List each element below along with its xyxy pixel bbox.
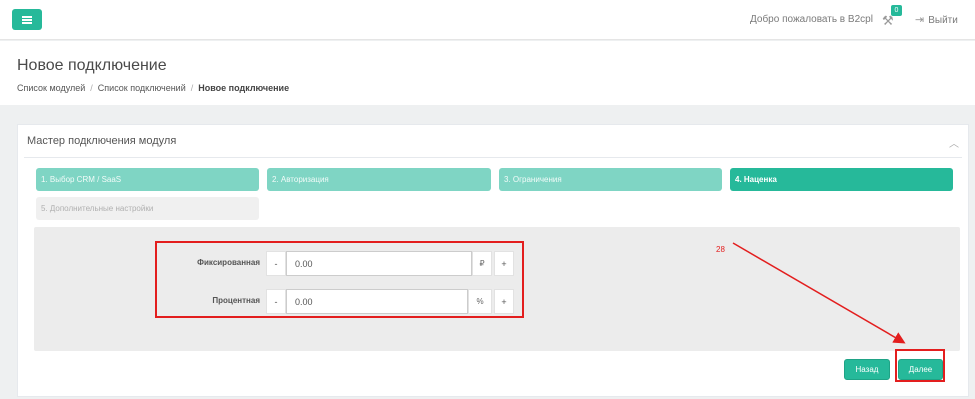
panel-title: Мастер подключения модуля — [27, 135, 177, 147]
breadcrumb-separator: / — [90, 83, 93, 93]
wizard-step-2[interactable]: 2. Авторизация — [267, 168, 491, 191]
fixed-markup-input[interactable] — [286, 251, 472, 276]
percent-decrement-button[interactable]: - — [266, 289, 286, 314]
divider — [24, 157, 962, 158]
hamburger-icon — [22, 15, 32, 24]
wizard-panel: Мастер подключения модуля ︿ 1. Выбор CRM… — [17, 124, 969, 397]
wizard-step-4[interactable]: 4. Наценка — [730, 168, 953, 191]
markup-form: Фиксированная - ₽ + Процентная - % + — [34, 227, 960, 351]
logout-label: Выйти — [928, 15, 958, 26]
fixed-markup-label: Фиксированная — [197, 258, 260, 267]
fixed-markup-row: Фиксированная - ₽ + — [154, 251, 524, 276]
wizard-step-1[interactable]: 1. Выбор CRM / SaaS — [36, 168, 259, 191]
percent-markup-label: Процентная — [212, 296, 260, 305]
percent-markup-input[interactable] — [286, 289, 468, 314]
notification-badge: 0 — [891, 5, 902, 16]
breadcrumb-modules-link[interactable]: Список модулей — [17, 83, 85, 93]
ruble-unit: ₽ — [472, 251, 492, 276]
sign-out-icon: ⇥ — [915, 14, 925, 26]
breadcrumb-separator: / — [190, 83, 194, 93]
logout-link[interactable]: ⇥ Выйти — [915, 13, 958, 26]
percent-increment-button[interactable]: + — [494, 289, 514, 314]
fixed-decrement-button[interactable]: - — [266, 251, 286, 276]
next-button[interactable]: Далее — [898, 359, 943, 380]
breadcrumb: Список модулей / Список подключений / Новое … — [17, 83, 289, 93]
back-button[interactable]: Назад — [844, 359, 890, 380]
chevron-up-icon[interactable]: ︿ — [949, 135, 959, 150]
wizard-step-5: 5. Дополнительные настройки — [36, 197, 259, 220]
breadcrumb-current: Новое подключение — [198, 83, 290, 93]
percent-unit: % — [468, 289, 492, 314]
wizard-step-3[interactable]: 3. Ограничения — [499, 168, 722, 191]
fixed-increment-button[interactable]: + — [494, 251, 514, 276]
menu-toggle-button[interactable] — [12, 9, 42, 30]
welcome-text: Добро пожаловать в B2cpl — [750, 14, 873, 25]
page-title: Новое подключение — [17, 57, 167, 74]
percent-markup-row: Процентная - % + — [154, 289, 524, 314]
notifications-button[interactable]: ⚒ 0 — [882, 5, 902, 28]
top-navbar: Добро пожаловать в B2cpl ⚒ 0 ⇥ Выйти — [0, 0, 975, 40]
annotation-number: 28 — [716, 245, 725, 254]
page-header: Новое подключение Список модулей / Список … — [0, 41, 975, 105]
breadcrumb-connections-link[interactable]: Список подключений — [98, 83, 186, 93]
